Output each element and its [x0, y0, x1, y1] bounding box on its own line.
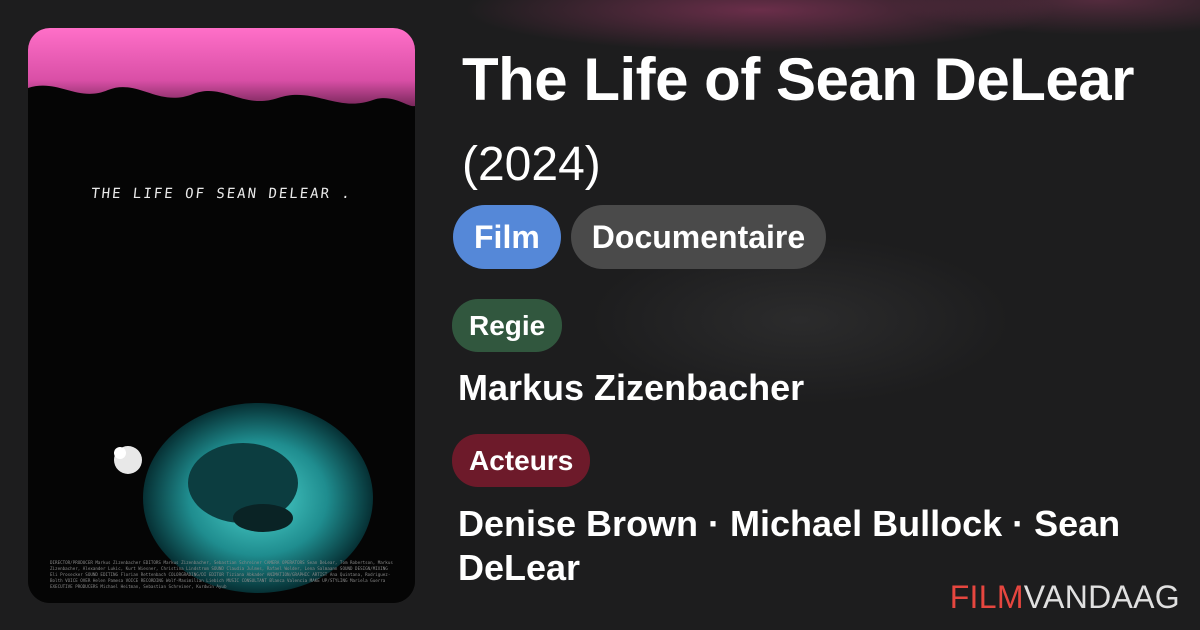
movie-title-text: The Life of Sean DeLear — [462, 46, 1135, 113]
poster-artwork — [28, 28, 415, 603]
brand-logo-part2: VANDAAG — [1023, 579, 1180, 615]
movie-poster: THE LIFE OF SEAN DELEAR . DIRECTOR/PRODU… — [28, 28, 415, 603]
poster-title: THE LIFE OF SEAN DELEAR . — [90, 186, 353, 202]
genre-tag: Documentaire — [570, 205, 827, 269]
movie-title: The Life of Sean DeLear (2024) — [462, 40, 1182, 205]
actors-label: Acteurs — [452, 434, 591, 487]
movie-year: (2024) — [462, 138, 601, 191]
director-label: Regie — [452, 299, 563, 352]
brand-logo: FILMVANDAAG — [950, 577, 1180, 617]
director-name: Markus Zizenbacher — [458, 367, 805, 408]
tag-row: Film Documentaire — [453, 205, 827, 269]
type-tag: Film — [453, 205, 561, 269]
poster-credits: DIRECTOR/PRODUCER Markus Zizenbacher EDI… — [50, 560, 393, 589]
brand-logo-part1: FILM — [949, 579, 1024, 615]
